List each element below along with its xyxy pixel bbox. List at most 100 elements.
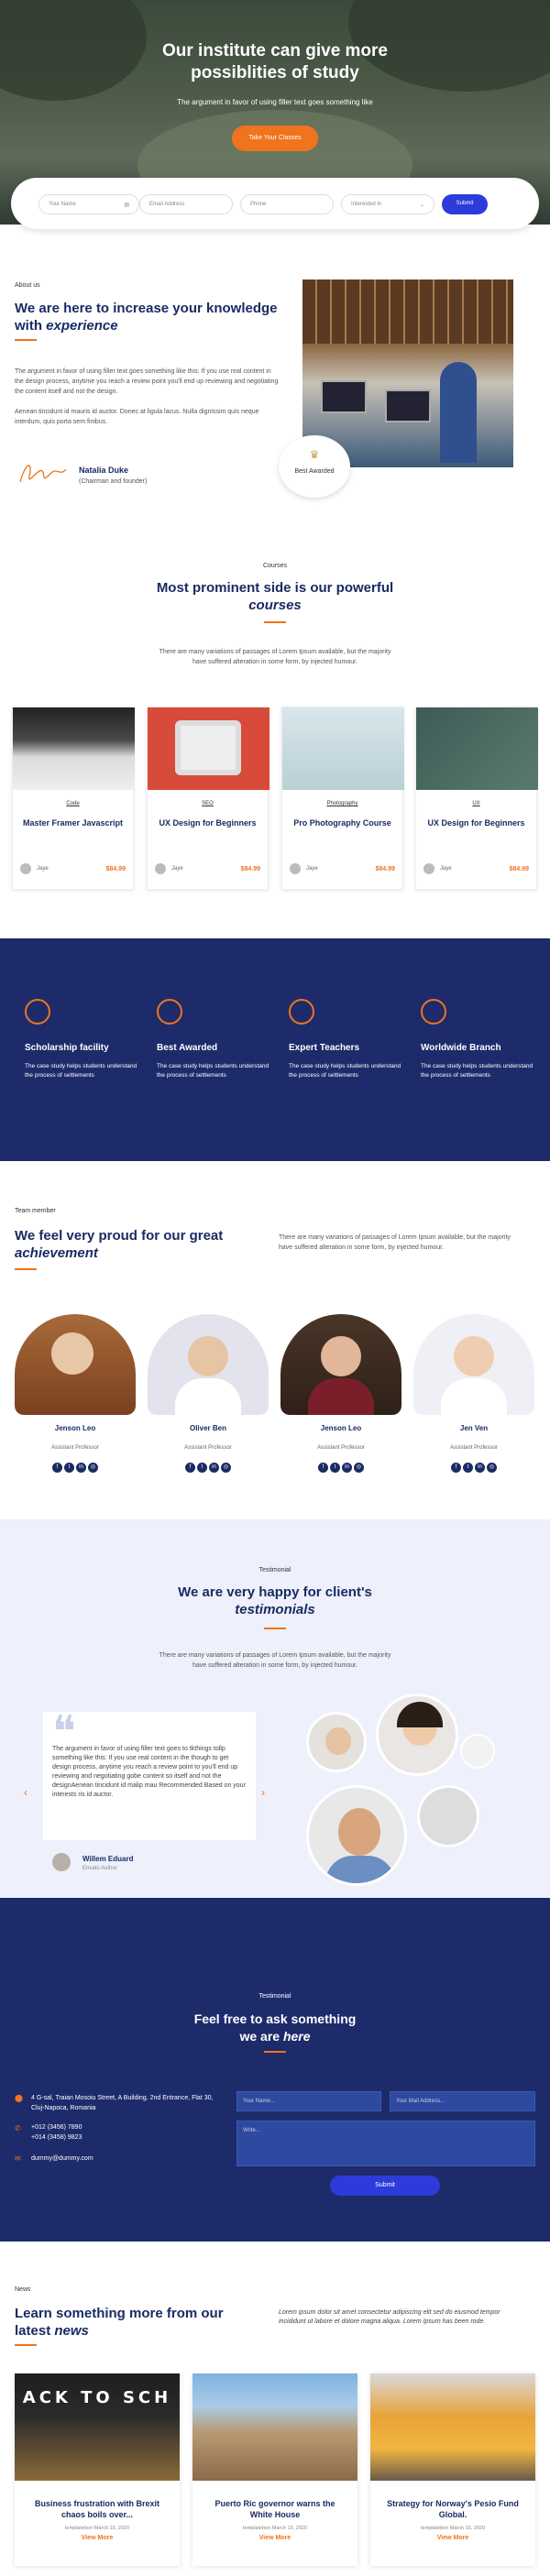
- prev-arrow-icon[interactable]: ‹: [24, 1786, 28, 1799]
- quote-icon: ❝: [52, 1706, 76, 1758]
- facebook-icon[interactable]: f: [185, 1463, 195, 1473]
- view-more-link[interactable]: View More: [15, 2535, 180, 2541]
- contact-name-input[interactable]: Your Name...: [236, 2091, 381, 2111]
- feature-title: Scholarship facility: [25, 1043, 109, 1053]
- contact-email: dummy@dummy.com: [31, 2155, 94, 2162]
- course-price: $84.99: [375, 866, 395, 872]
- course-card[interactable]: Code Master Framer Javascript Jaye $84.9…: [12, 707, 135, 890]
- course-card[interactable]: SEO UX Design for Beginners Jaye $84.99: [147, 707, 270, 890]
- next-arrow-icon[interactable]: ›: [261, 1786, 265, 1799]
- twitter-icon[interactable]: t: [463, 1463, 473, 1473]
- course-image-lab: [282, 707, 404, 790]
- instagram-icon[interactable]: ◎: [221, 1463, 231, 1473]
- courses-description: There are many variations of passages of…: [159, 649, 391, 665]
- news-image-school-sign: ACK TO SCH: [15, 2373, 180, 2481]
- feature-item: Best Awarded The case study helps studen…: [157, 999, 276, 1080]
- course-card[interactable]: UX UX Design for Beginners Jaye $84.99: [415, 707, 538, 890]
- phone-input[interactable]: Phone: [240, 194, 334, 214]
- feature-item: Scholarship facility The case study help…: [25, 999, 144, 1080]
- contact-email-input[interactable]: Your Mail Address...: [390, 2091, 535, 2111]
- feature-text: The case study helps students understand…: [289, 1063, 402, 1079]
- member-photo: [148, 1314, 269, 1415]
- name-input[interactable]: Your Name ▤: [38, 194, 139, 214]
- course-price: $84.99: [509, 866, 529, 872]
- contact-address: 4 G-sal, Traian Mosoiu Street, A Buildin…: [31, 2095, 214, 2111]
- member-face: [51, 1332, 94, 1375]
- heading-underline: [264, 2051, 286, 2053]
- feature-text: The case study helps students understand…: [25, 1063, 138, 1079]
- about-paragraph-1: The argument in favor of using filler te…: [15, 368, 279, 395]
- instagram-icon[interactable]: ◎: [487, 1463, 497, 1473]
- news-date: templatebon March 15, 2020: [420, 2526, 486, 2531]
- about-heading: We are here to increase your knowledge w…: [15, 301, 278, 334]
- about-label: About us: [15, 282, 40, 289]
- contact-heading: Feel free to ask something we are here: [193, 2011, 357, 2044]
- linkedin-icon[interactable]: in: [475, 1463, 485, 1473]
- news-title[interactable]: Puerto Ric governor warns the White Hous…: [192, 2498, 358, 2520]
- client-photo: [376, 1694, 458, 1776]
- team-member: Jenson Leo Assistant Professor f t in ◎: [280, 1314, 402, 1473]
- twitter-icon[interactable]: t: [64, 1463, 74, 1473]
- course-image-desk: [416, 707, 538, 790]
- member-photo: [15, 1314, 136, 1415]
- news-title[interactable]: Business frustration with Brexit chaos b…: [15, 2498, 180, 2520]
- courses-heading: Most prominent side is our powerful cours…: [156, 580, 394, 613]
- course-author: Jaye: [37, 866, 49, 871]
- location-icon: ⬤: [15, 2094, 23, 2102]
- client-face: [325, 1727, 351, 1755]
- submit-button[interactable]: Submit: [442, 194, 488, 214]
- facebook-icon[interactable]: f: [318, 1463, 328, 1473]
- bookshelf: [302, 280, 513, 344]
- contact-message-textarea[interactable]: Write...: [236, 2121, 535, 2166]
- linkedin-icon[interactable]: in: [209, 1463, 219, 1473]
- course-title[interactable]: Master Framer Javascript: [13, 817, 133, 828]
- twitter-icon[interactable]: t: [197, 1463, 207, 1473]
- course-author: Jaye: [306, 866, 318, 871]
- feature-title: Expert Teachers: [289, 1043, 360, 1053]
- hero-subtitle: The argument in favor of using filler te…: [177, 98, 373, 106]
- testimonial-label: Testimonial: [258, 1567, 292, 1573]
- course-category[interactable]: Photography: [282, 801, 402, 806]
- course-title[interactable]: Pro Photography Course: [282, 817, 402, 828]
- linkedin-icon[interactable]: in: [342, 1463, 352, 1473]
- facebook-icon[interactable]: f: [52, 1463, 62, 1473]
- hero-search-form: Your Name ▤ Email Address Phone Intereste…: [11, 178, 539, 229]
- course-title[interactable]: UX Design for Beginners: [416, 817, 536, 828]
- testimonial-quote: The argument in favor of using filler te…: [52, 1746, 246, 1798]
- twitter-icon[interactable]: t: [330, 1463, 340, 1473]
- course-card[interactable]: Photography Pro Photography Course Jaye …: [281, 707, 404, 890]
- email-input[interactable]: Email Address: [139, 194, 233, 214]
- course-author: Jaye: [171, 866, 183, 871]
- avatar: [424, 863, 434, 874]
- member-role: Assistant Professor: [184, 1445, 232, 1451]
- linkedin-icon[interactable]: in: [76, 1463, 86, 1473]
- courses-label: Courses: [262, 563, 288, 569]
- course-category[interactable]: Code: [13, 801, 133, 806]
- testimonial-section: [0, 1519, 550, 1898]
- view-more-link[interactable]: View More: [192, 2535, 358, 2541]
- news-card[interactable]: Strategy for Norway's Pesio Fund Global.…: [370, 2373, 535, 2566]
- member-role: Assistant Professor: [51, 1445, 99, 1451]
- client-photo: [460, 1734, 495, 1769]
- contact-submit-button[interactable]: Submit: [330, 2176, 440, 2196]
- news-card[interactable]: ACK TO SCH Business frustration with Bre…: [15, 2373, 180, 2566]
- client-photo: [306, 1785, 407, 1886]
- instagram-icon[interactable]: ◎: [88, 1463, 98, 1473]
- heading-underline: [15, 2344, 37, 2346]
- news-card[interactable]: Puerto Ric governor warns the White Hous…: [192, 2373, 358, 2566]
- interest-select[interactable]: Interested In ⌄: [341, 194, 434, 214]
- course-category[interactable]: SEO: [148, 801, 268, 806]
- contact-section: [0, 1898, 550, 2242]
- team-description: There are many variations of passages of…: [279, 1234, 511, 1251]
- facebook-icon[interactable]: f: [451, 1463, 461, 1473]
- testimonial-author-name: Willem Eduard: [82, 1855, 134, 1863]
- take-classes-button[interactable]: Take Your Classes: [232, 126, 318, 151]
- view-more-link[interactable]: View More: [370, 2535, 535, 2541]
- member-face: [188, 1336, 228, 1376]
- news-title[interactable]: Strategy for Norway's Pesio Fund Global.: [370, 2498, 535, 2520]
- course-title[interactable]: UX Design for Beginners: [148, 817, 268, 828]
- instagram-icon[interactable]: ◎: [354, 1463, 364, 1473]
- member-shirt: [308, 1378, 374, 1415]
- award-icon: [157, 999, 182, 1025]
- course-category[interactable]: UX: [416, 801, 536, 806]
